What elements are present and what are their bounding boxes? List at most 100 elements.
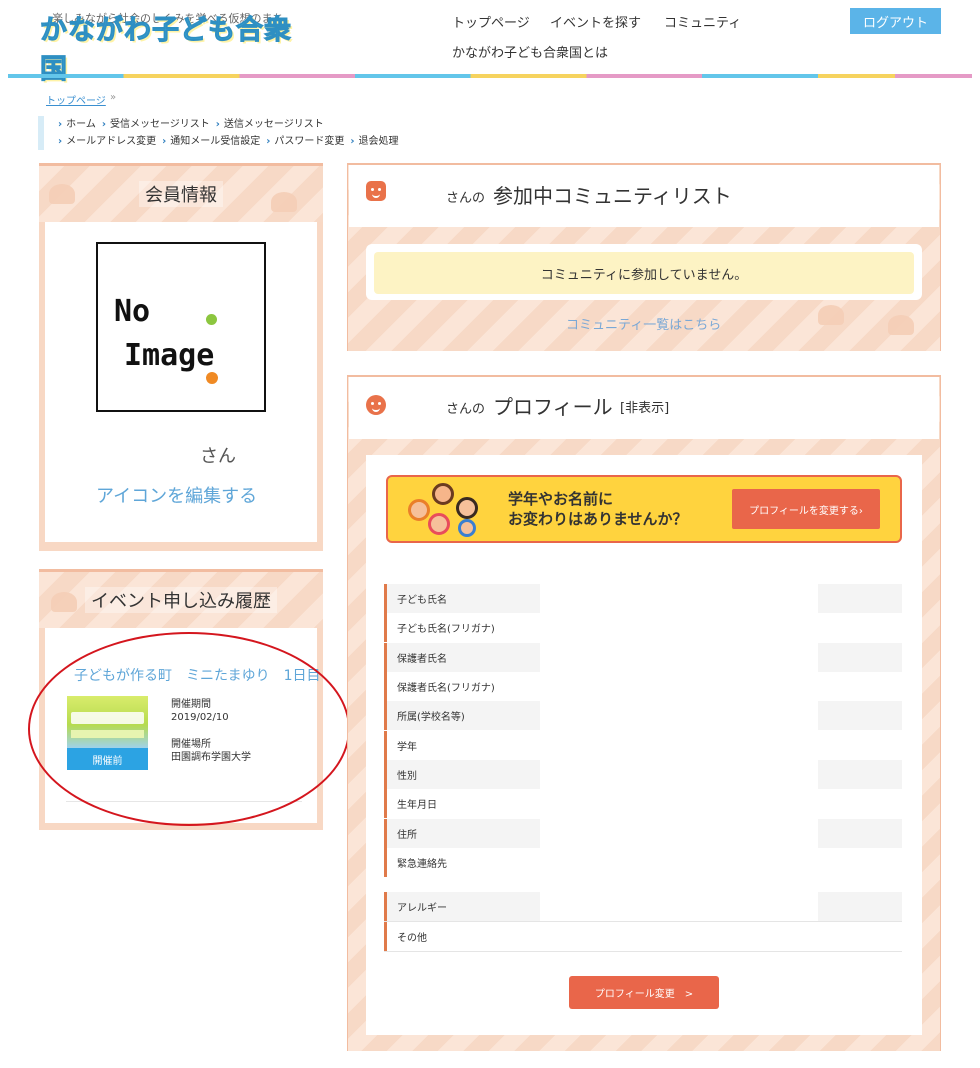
banner-line1: 学年やお名前に (508, 490, 614, 508)
event-period: 開催期間 2019/02/10 (171, 698, 229, 724)
subnav-home-label: ホーム (66, 119, 96, 130)
profile-field-value (818, 731, 902, 760)
profile-row: アレルギー (384, 892, 902, 921)
profile-row: 緊急連絡先 (384, 848, 902, 877)
chevron-right-icon: › (350, 136, 355, 147)
profile-row: 保護者氏名(フリガナ) (384, 672, 902, 701)
profile-title: プロフィール (493, 395, 613, 419)
kid-face-icon (408, 499, 430, 521)
profile-field-label: 生年月日 (384, 789, 540, 818)
profile-row: 性別 (384, 760, 902, 789)
community-list-link[interactable]: コミュニティ一覧はこちら (566, 314, 721, 333)
community-empty-notice: コミュニティに参加していません。 (374, 252, 914, 294)
profile-field-value (818, 922, 902, 951)
member-avatar: No Image (96, 242, 266, 412)
subnav-withdraw-label: 退会処理 (358, 136, 399, 147)
banner-change-profile-button[interactable]: プロフィールを変更する› (732, 489, 880, 529)
edit-icon-link[interactable]: アイコンを編集する (96, 482, 257, 508)
chevron-right-icon: › (162, 136, 167, 147)
profile-field-label: 保護者氏名 (384, 643, 540, 672)
profile-field-value (818, 892, 902, 921)
chevron-right-icon: › (215, 119, 220, 130)
breadcrumb-separator: » (110, 92, 117, 103)
profile-field-value (818, 819, 902, 848)
banner-line2: お変わりはありませんか？ (508, 510, 688, 528)
kid-face-icon (432, 483, 454, 505)
profile-field-value (818, 672, 902, 701)
member-info-header: 会員情報 (39, 166, 323, 222)
subnav-password-change[interactable]: › パスワード変更 (260, 133, 344, 150)
event-history-header: イベント申し込み履歴 (39, 572, 323, 628)
event-thumbnail[interactable]: 開催前 (67, 696, 148, 770)
member-subnav: › ホーム › 受信メッセージリスト › 送信メッセージリスト › メールアドレス変更 … (38, 116, 399, 150)
profile-field-value (818, 584, 902, 613)
decoration-icon (51, 592, 77, 612)
profile-field-label: 子ども氏名 (384, 584, 540, 613)
subnav-withdraw[interactable]: › 退会処理 (344, 133, 398, 150)
robot-icon (888, 315, 914, 335)
subnav-password-label: パスワード変更 (274, 136, 345, 147)
profile-field-label: 所属(学校名等) (384, 701, 540, 730)
kids-illustration (398, 481, 492, 539)
profile-field-label: 住所 (384, 819, 540, 848)
site-logo[interactable]: かながわ子ども合衆国 (40, 15, 302, 86)
event-period-label: 開催期間 (171, 699, 211, 710)
profile-row: 子ども氏名 (384, 584, 902, 613)
nav-community[interactable]: コミュニティ (664, 12, 741, 31)
subnav-email-label: メールアドレス変更 (66, 136, 157, 147)
member-info-title: 会員情報 (139, 181, 223, 207)
event-place: 開催場所 田園調布学園大学 (171, 738, 251, 764)
event-status-badge: 開催前 (67, 748, 148, 770)
kid-face-icon (458, 519, 476, 537)
decoration-icon (818, 305, 844, 325)
member-name: さん (200, 446, 236, 467)
header-divider (8, 74, 972, 78)
event-image-line (71, 730, 144, 738)
profile-name-suffix: さんの (446, 402, 486, 417)
subnav-home[interactable]: › ホーム (58, 116, 96, 133)
chevron-right-icon: › (101, 119, 106, 130)
nav-about[interactable]: かながわ子ども合衆国とは (452, 42, 608, 61)
profile-face-icon (366, 395, 386, 415)
event-place-value: 田園調布学園大学 (171, 752, 251, 763)
nav-top-page[interactable]: トップページ (452, 12, 530, 31)
profile-field-label: アレルギー (384, 892, 540, 921)
profile-field-value (818, 848, 902, 877)
profile-row: 子ども氏名(フリガナ) (384, 613, 902, 642)
event-title-link[interactable]: 子どもが作る町 ミニたまゆり 1日目 (74, 665, 321, 685)
subnav-inbox-label: 受信メッセージリスト (109, 119, 210, 130)
profile-field-label: 学年 (384, 731, 540, 760)
subnav-notify-settings[interactable]: › 通知メール受信設定 (156, 133, 260, 150)
profile-row: 生年月日 (384, 789, 902, 818)
community-face-icon (366, 181, 386, 201)
subnav-email-change[interactable]: › メールアドレス変更 (58, 133, 156, 150)
profile-field-label: 子ども氏名(フリガナ) (384, 613, 540, 642)
logout-button[interactable]: ログアウト (850, 8, 941, 34)
subnav-sent-label: 送信メッセージリスト (223, 119, 324, 130)
event-place-label: 開催場所 (171, 739, 211, 750)
community-title: 参加中コミュニティリスト (493, 184, 732, 208)
profile-row: 所属(学校名等) (384, 701, 902, 730)
row-divider (384, 951, 902, 952)
chevron-right-icon: › (266, 136, 271, 147)
breadcrumb-home[interactable]: トップページ (46, 92, 106, 107)
profile-row: 学年 (384, 731, 902, 760)
event-divider (66, 801, 302, 802)
profile-change-button[interactable]: プロフィール変更 > (569, 976, 719, 1009)
subnav-notify-label: 通知メール受信設定 (170, 136, 261, 147)
kid-face-icon (456, 497, 478, 519)
noimage-text-line1: No (114, 294, 151, 329)
kid-face-icon (428, 513, 450, 535)
subnav-inbox[interactable]: › 受信メッセージリスト (96, 116, 210, 133)
nav-search-events[interactable]: イベントを探す (550, 12, 641, 31)
subnav-sent[interactable]: › 送信メッセージリスト (210, 116, 324, 133)
green-dot-icon (206, 314, 217, 325)
decoration-icon (49, 184, 75, 204)
profile-row: 住所 (384, 819, 902, 848)
profile-field-value (818, 643, 902, 672)
event-history-title: イベント申し込み履歴 (85, 587, 277, 613)
noimage-text-line2: Image (124, 338, 215, 373)
orange-dot-icon (206, 372, 218, 384)
profile-field-label: その他 (384, 922, 540, 951)
profile-field-label: 緊急連絡先 (384, 848, 540, 877)
